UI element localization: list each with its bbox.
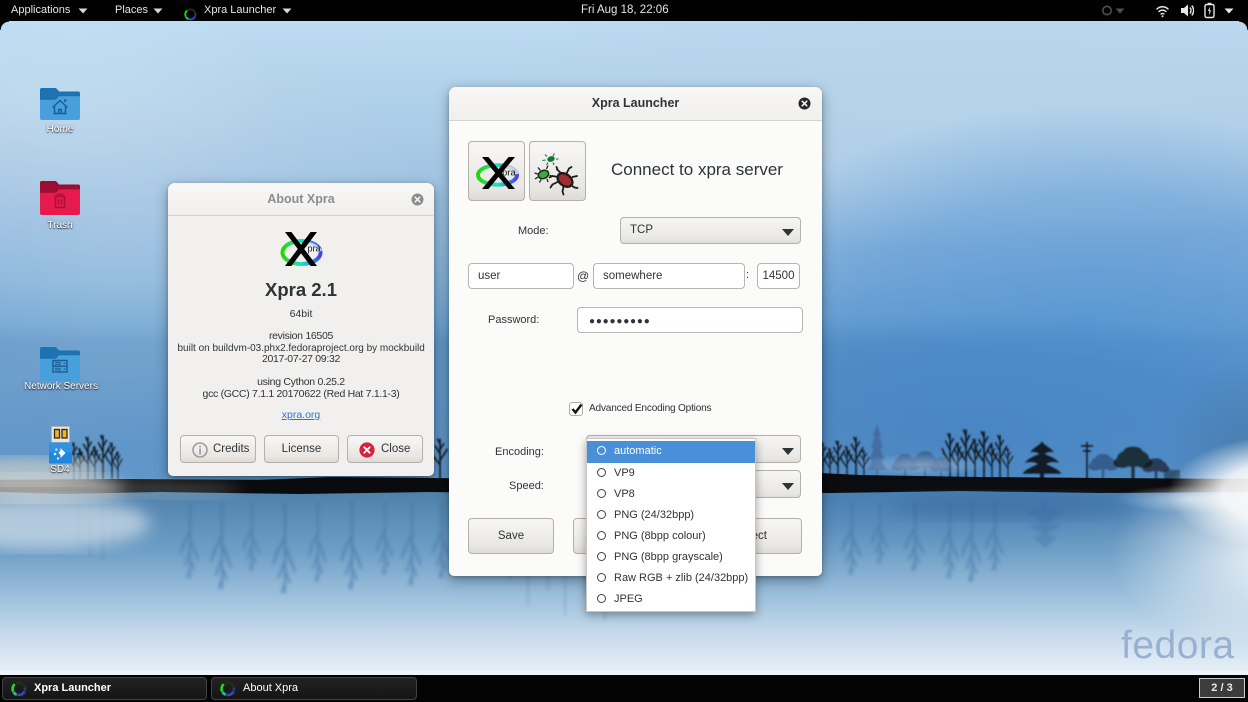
svg-text:pra: pra — [502, 168, 516, 179]
svg-text:pra: pra — [308, 244, 321, 254]
